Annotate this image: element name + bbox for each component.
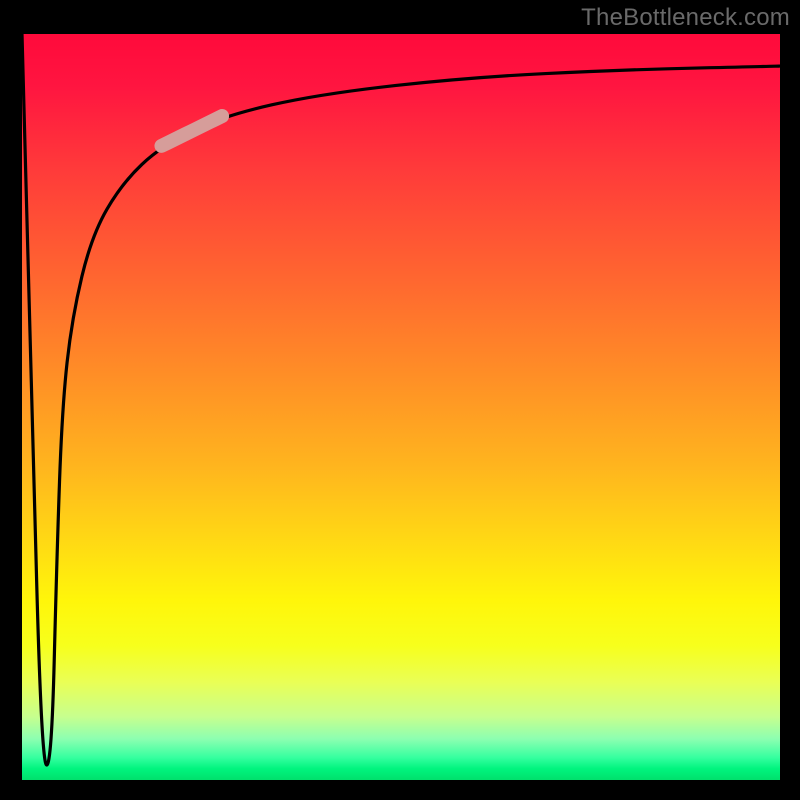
curve-layer <box>22 34 780 780</box>
bottleneck-curve <box>22 34 780 765</box>
attribution-label: TheBottleneck.com <box>581 4 790 32</box>
plot-frame <box>22 34 780 780</box>
highlight-segment <box>161 116 222 146</box>
chart-root: TheBottleneck.com <box>0 0 800 800</box>
